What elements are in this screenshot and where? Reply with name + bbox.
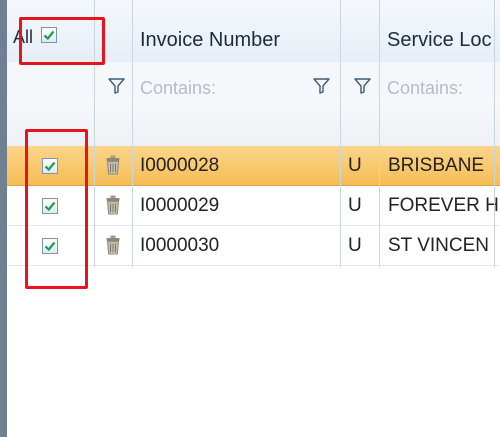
column-header-service-location[interactable]: Service Loc: [387, 29, 492, 52]
filter-icon[interactable]: [108, 78, 125, 94]
column-divider: [340, 0, 341, 267]
filter-icon[interactable]: [313, 78, 330, 94]
trash-icon[interactable]: [106, 235, 120, 255]
invoice-number-cell: I0000029: [140, 195, 220, 216]
window-left-border: [0, 0, 7, 437]
grid-filter-row: Contains: Contains:: [7, 62, 500, 103]
column-divider: [494, 0, 495, 267]
status-cell: U: [348, 235, 362, 256]
invoice-number-cell: I0000028: [140, 155, 220, 176]
column-header-invoice-number[interactable]: Invoice Number: [140, 29, 280, 52]
column-divider: [379, 0, 380, 267]
service-location-cell: FOREVER H: [388, 195, 499, 216]
column-divider: [132, 0, 133, 267]
service-location-filter-input[interactable]: Contains:: [387, 78, 463, 99]
trash-icon[interactable]: [106, 195, 120, 215]
invoice-grid: All Invoice Number Service Loc Contains:…: [7, 0, 500, 437]
select-all-highlight: [19, 17, 105, 65]
trash-icon[interactable]: [106, 155, 120, 175]
status-cell: U: [348, 155, 362, 176]
filter-icon[interactable]: [354, 78, 371, 94]
service-location-cell: BRISBANE: [388, 155, 485, 176]
row-checkboxes-highlight: [25, 129, 88, 289]
invoice-number-cell: I0000030: [140, 235, 220, 256]
service-location-cell: ST VINCEN: [388, 235, 490, 256]
invoice-filter-input[interactable]: Contains:: [140, 78, 216, 99]
status-cell: U: [348, 195, 362, 216]
